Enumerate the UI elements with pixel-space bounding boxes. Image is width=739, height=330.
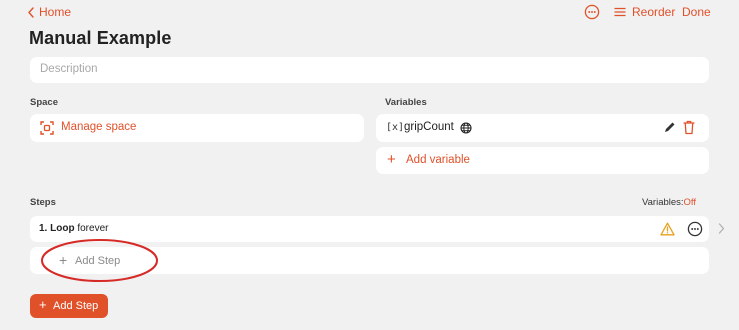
pencil-icon[interactable]: [663, 121, 676, 134]
reorder-button[interactable]: Reorder: [614, 5, 675, 19]
plus-icon: +: [59, 252, 68, 268]
plus-icon: +: [387, 151, 396, 168]
done-button[interactable]: Done: [682, 5, 711, 19]
add-variable-label: Add variable: [406, 154, 470, 166]
step-detail: forever: [77, 223, 109, 234]
page-title: Manual Example: [29, 28, 172, 48]
variable-type-icon: [x]: [386, 122, 405, 133]
reorder-label: Reorder: [632, 5, 676, 19]
plus-icon: +: [39, 297, 47, 312]
warning-icon[interactable]: [660, 222, 675, 236]
back-button[interactable]: Home: [27, 5, 71, 19]
top-bar: Home Reorder Done: [0, 0, 739, 26]
chevron-right-icon: [718, 223, 725, 234]
variables-toggle-label: Variables:: [642, 197, 684, 208]
variables-toggle-value[interactable]: Off: [684, 197, 697, 208]
chevron-left-icon: [28, 6, 34, 18]
viewfinder-icon: [40, 121, 54, 135]
variable-name: gripCount: [404, 121, 454, 133]
add-variable-button[interactable]: + Add variable: [376, 147, 709, 174]
steps-heading: Steps: [30, 197, 56, 208]
ellipsis-circle-icon[interactable]: [584, 4, 600, 20]
add-step-button[interactable]: + Add Step: [30, 294, 108, 318]
manage-space-label: Manage space: [61, 121, 137, 133]
step-name: Loop: [50, 223, 75, 234]
add-step-row-label: Add Step: [75, 255, 121, 267]
space-heading: Space: [30, 97, 58, 108]
trash-icon[interactable]: [683, 120, 695, 135]
back-label: Home: [39, 5, 72, 19]
variable-item[interactable]: [x] gripCount: [376, 114, 709, 142]
step-row[interactable]: 1. Loop forever: [30, 216, 725, 242]
add-step-button-label: Add Step: [53, 300, 99, 312]
add-step-row[interactable]: + Add Step: [30, 247, 709, 274]
globe-icon: [460, 122, 472, 134]
list-icon: [614, 7, 626, 17]
step-index: 1.: [39, 223, 48, 234]
variables-visibility-toggle[interactable]: Variables:Off: [642, 197, 696, 208]
ellipsis-circle-icon[interactable]: [687, 221, 703, 237]
manage-space-button[interactable]: Manage space: [30, 114, 364, 142]
description-card: [30, 57, 709, 83]
step-label: 1. Loop forever: [39, 223, 108, 234]
variables-heading: Variables: [385, 97, 427, 108]
description-field[interactable]: [40, 63, 640, 75]
